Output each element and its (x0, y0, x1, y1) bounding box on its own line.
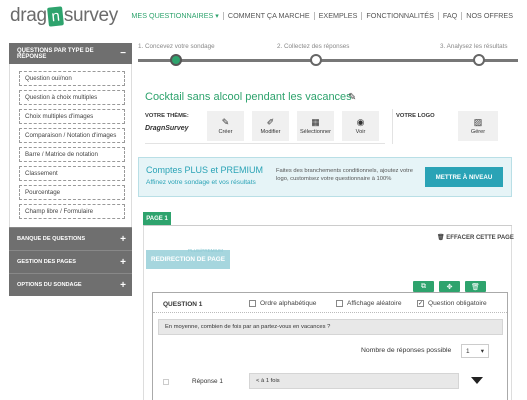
response-checkbox[interactable] (163, 379, 169, 385)
grid-icon: ▦ (311, 117, 320, 127)
answers-count-select[interactable]: 1 ▾ (461, 344, 489, 358)
premium-title: Comptes PLUS et PREMIUM (146, 165, 264, 175)
premium-banner: Comptes PLUS et PREMIUM Affinez votre so… (138, 157, 512, 197)
option-random[interactable]: Affichage aléatoire (336, 300, 402, 307)
question-type-choix-multiples[interactable]: Question à choix multiples (19, 90, 125, 105)
button-label: Sélectionner (299, 129, 332, 135)
button-label: Gérer (470, 129, 486, 135)
progress-steps: 1. Concevez votre sondage 2. Collectez d… (138, 43, 518, 73)
question-type-comparaison-images[interactable]: Comparaison / Notation d'images (19, 128, 125, 143)
logo-label: VOTRE LOGO (396, 113, 435, 119)
nav-nos-offres[interactable]: NOS OFFRES (462, 11, 517, 20)
step-track (138, 59, 518, 62)
section-label: GESTION DES PAGES (17, 259, 76, 265)
theme-select-button[interactable]: ▦ Sélectionner (297, 111, 335, 141)
question-type-classement[interactable]: Classement (19, 166, 125, 181)
header: drag n survey MES QUESTIONNAIRES ▾ COMME… (0, 0, 527, 34)
checkbox[interactable] (336, 300, 343, 307)
question-text-field[interactable]: En moyenne, combien de fois par an parte… (158, 319, 503, 335)
step-1-dot[interactable] (170, 54, 182, 66)
theme-create-button[interactable]: ✎ Créer (207, 111, 245, 141)
image-icon: ▨ (473, 117, 483, 127)
question-types-title: QUESTIONS PAR TYPE DE RÉPONSE (17, 47, 94, 60)
step-2-label[interactable]: 2. Collectez des réponses (277, 43, 349, 50)
sidebar-section-gestion-pages[interactable]: GESTION DES PAGES + (9, 250, 132, 273)
sidebar: QUESTIONS PAR TYPE DE RÉPONSE − Question… (9, 43, 132, 296)
response-input[interactable]: < à 1 fois (249, 373, 459, 389)
option-label: Affichage aléatoire (347, 300, 402, 307)
expand-icon[interactable]: + (120, 280, 126, 291)
logo-section: VOTRE LOGO ▨ Gérer (392, 109, 512, 144)
question-type-pourcentage[interactable]: Pourcentage (19, 185, 125, 200)
nav-comment-ca-marche[interactable]: COMMENT ÇA MARCHE (224, 11, 314, 20)
question-types-header[interactable]: QUESTIONS PAR TYPE DE RÉPONSE − (9, 43, 132, 64)
option-label: Ordre alphabétique (260, 300, 317, 307)
answers-count-label: Nombre de réponses possible (361, 347, 452, 354)
question-number: QUESTION 1 (163, 301, 203, 308)
theme-section: VOTRE THÈME: DragnSurvey ✎ Créer ✐ Modif… (145, 109, 385, 144)
premium-text: Faites des branchements conditionnels, a… (276, 168, 413, 182)
brush-icon: ✐ (266, 117, 275, 127)
checkbox-checked[interactable]: ✓ (417, 300, 424, 307)
premium-subtitle: Affinez votre sondage et vos résultats (146, 179, 256, 186)
upgrade-button[interactable]: METTRE À NIVEAU (425, 167, 503, 187)
theme-modify-button[interactable]: ✐ Modifier (252, 111, 290, 141)
button-label: Créer (218, 129, 233, 135)
eye-icon: ◉ (356, 117, 365, 127)
select-value: 1 (466, 347, 470, 355)
button-label: Voir (355, 129, 366, 135)
step-2-dot[interactable] (310, 54, 322, 66)
trash-icon[interactable]: 🗑 (465, 281, 486, 292)
logo-text-left: drag (10, 5, 47, 26)
question-toolbar: ⧉ ✥ 🗑 (413, 281, 486, 292)
section-label: OPTIONS DU SONDAGE (17, 282, 82, 288)
checkbox[interactable] (249, 300, 256, 307)
expand-icon[interactable]: + (120, 234, 126, 245)
question-types-panel: Question oui/non Question à choix multip… (9, 64, 132, 227)
manage-logo-button[interactable]: ▨ Gérer (458, 111, 498, 141)
sidebar-section-options[interactable]: OPTIONS DU SONDAGE + (9, 273, 132, 296)
collapse-icon[interactable]: − (120, 48, 126, 59)
logo-n-tile: n (46, 5, 64, 27)
section-label: BANQUE DE QUESTIONS (17, 236, 86, 242)
sidebar-sections: BANQUE DE QUESTIONS + GESTION DES PAGES … (9, 227, 132, 296)
question-type-matrice[interactable]: Barre / Matrice de notation (19, 147, 125, 162)
option-label: Question obligatoire (428, 300, 487, 307)
move-icon[interactable]: ✥ (439, 281, 460, 292)
option-required[interactable]: ✓ Question obligatoire (417, 300, 487, 307)
step-3-dot[interactable] (473, 54, 485, 66)
clear-page-link[interactable]: 🗑 EFFACER CETTE PAGE (437, 234, 514, 241)
dragnsurvey-logo[interactable]: drag n survey (10, 4, 118, 28)
nav-exemples[interactable]: EXEMPLES (315, 11, 362, 20)
theme-name: DragnSurvey (145, 125, 189, 132)
question-type-champ-libre[interactable]: Champ libre / Formulaire (19, 204, 125, 219)
nav-mes-questionnaires[interactable]: MES QUESTIONNAIRES ▾ (127, 11, 222, 20)
step-3-label[interactable]: 3. Analysez les résultats (440, 43, 508, 50)
nav-faq[interactable]: FAQ (439, 11, 461, 20)
plus-premium-tag: PLUS/PREMIUM (188, 248, 223, 253)
sidebar-section-banque[interactable]: BANQUE DE QUESTIONS + (9, 227, 132, 250)
question-type-choix-images[interactable]: Choix multiples d'images (19, 109, 125, 124)
button-label: Modifier (260, 129, 281, 135)
tab-page-1[interactable]: PAGE 1 (143, 212, 171, 225)
question-card: QUESTION 1 Ordre alphabétique Affichage … (152, 292, 508, 400)
question-header: QUESTION 1 Ordre alphabétique Affichage … (153, 293, 507, 313)
caret-down-icon[interactable] (471, 377, 483, 384)
theme-label: VOTRE THÈME: (145, 113, 189, 119)
chevron-down-icon: ▾ (480, 348, 484, 355)
edit-icon: ✎ (221, 117, 230, 127)
nav-fonctionnalites[interactable]: FONCTIONNALITÉS (362, 11, 438, 20)
main-nav: MES QUESTIONNAIRES ▾ COMMENT ÇA MARCHE E… (127, 11, 517, 20)
pencil-icon[interactable]: ✎ (348, 92, 356, 103)
step-1-label[interactable]: 1. Concevez votre sondage (138, 43, 215, 50)
option-alphabetical[interactable]: Ordre alphabétique (249, 300, 316, 307)
response-label: Réponse 1 (192, 378, 223, 385)
copy-icon[interactable]: ⧉ (413, 281, 434, 292)
survey-title[interactable]: Cocktail sans alcool pendant les vacance… (145, 91, 352, 103)
question-type-oui-non[interactable]: Question oui/non (19, 71, 125, 86)
theme-view-button[interactable]: ◉ Voir (342, 111, 380, 141)
logo-text-right: survey (63, 5, 118, 26)
expand-icon[interactable]: + (120, 257, 126, 268)
